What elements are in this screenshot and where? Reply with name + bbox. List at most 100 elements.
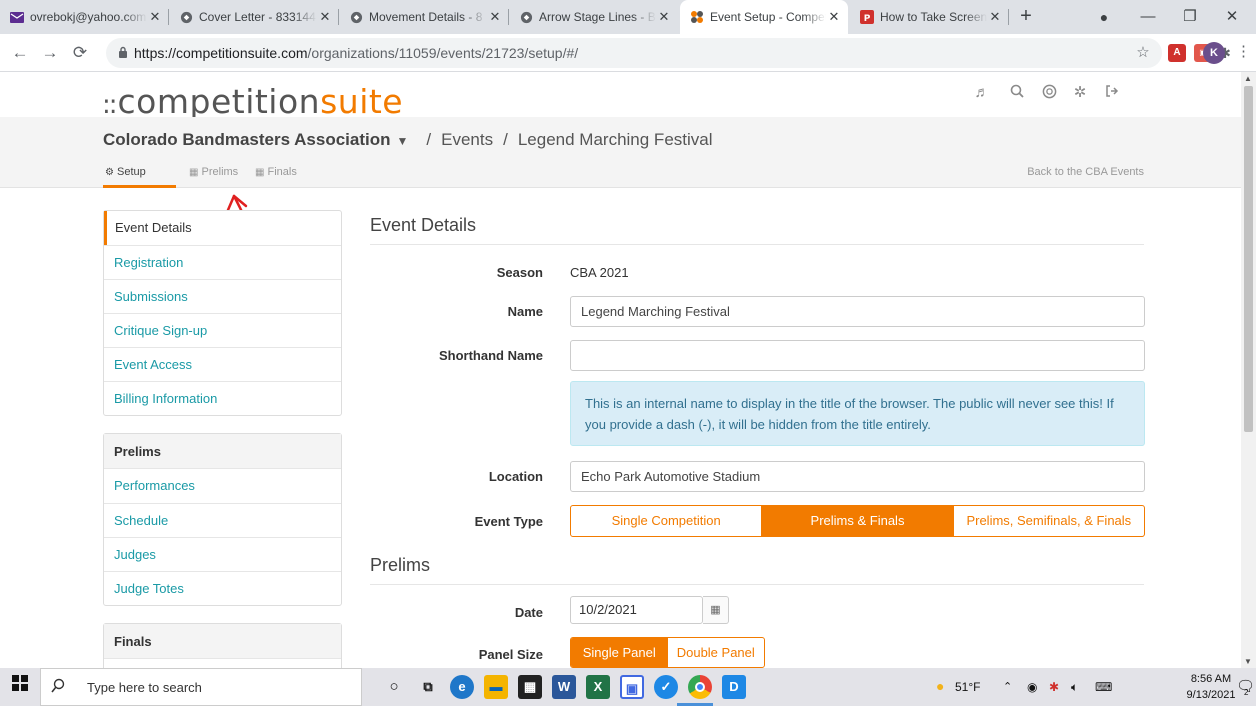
- volume-icon[interactable]: 🔈︎: [1071, 680, 1078, 695]
- taskbar-clock[interactable]: 8:56 AM 9/13/2021: [1186, 671, 1236, 703]
- tab-finals-label: Finals: [267, 166, 297, 178]
- event-type-prelims-semis-finals[interactable]: Prelims, Semifinals, & Finals: [952, 506, 1144, 536]
- logo-text: competition: [117, 82, 321, 121]
- task-view-icon[interactable]: ⧉: [416, 675, 440, 699]
- weather-temp[interactable]: 51°F: [955, 680, 980, 694]
- app-icon[interactable]: ▣: [620, 675, 644, 699]
- competitionsuite-logo[interactable]: ::competitionsuite: [102, 82, 403, 121]
- panel-double[interactable]: Double Panel: [668, 638, 765, 667]
- keyboard-icon[interactable]: ⌨: [1095, 680, 1112, 694]
- close-tab-icon[interactable]: ✕: [487, 9, 503, 25]
- scroll-down-icon[interactable]: ▼: [1244, 657, 1252, 666]
- browser-tab[interactable]: Arrow Stage Lines - Bo ✕: [509, 0, 678, 34]
- event-subheader: Colorado Bandmasters Association ▼ / Events…: [0, 117, 1241, 188]
- url-path: /organizations/11059/events/21723/setup/…: [307, 45, 579, 61]
- breadcrumb-separator: /: [426, 130, 432, 149]
- sidebar-item-schedule[interactable]: Schedule: [104, 503, 341, 537]
- bookmark-star-icon[interactable]: ☆: [1134, 44, 1152, 62]
- settings-icon[interactable]: ✲: [1071, 84, 1089, 102]
- chevron-up-icon[interactable]: ⌃: [1003, 680, 1012, 693]
- network-icon[interactable]: ◉: [1027, 680, 1037, 694]
- tab-finals[interactable]: ▦ Finals: [255, 166, 297, 178]
- search-icon[interactable]: [1008, 84, 1026, 102]
- sidebar-item-critique-signup[interactable]: Critique Sign-up: [104, 313, 341, 347]
- profile-menu-icon[interactable]: ●: [1084, 0, 1124, 34]
- store-icon[interactable]: ▦: [518, 675, 542, 699]
- sidebar-item-judge-totes[interactable]: Judge Totes: [104, 571, 341, 605]
- shorthand-input[interactable]: [570, 340, 1145, 371]
- event-type-single[interactable]: Single Competition: [571, 506, 761, 536]
- maximize-button[interactable]: ❐: [1170, 0, 1210, 34]
- close-tab-icon[interactable]: ✕: [147, 9, 163, 25]
- browser-tab[interactable]: Movement Details - 8 ✕: [339, 0, 509, 34]
- app-icon[interactable]: ✓: [654, 675, 678, 699]
- app-icon[interactable]: D: [722, 675, 746, 699]
- sidebar-item-performances[interactable]: Performances: [104, 469, 341, 503]
- back-arrow-icon[interactable]: ←: [8, 41, 32, 65]
- sidebar-item-submissions[interactable]: Submissions: [104, 279, 341, 313]
- browser-tab[interactable]: Cover Letter - 833144 ✕: [169, 0, 339, 34]
- tab-prelims[interactable]: ▦ Prelims: [189, 166, 238, 178]
- scroll-up-icon[interactable]: ▲: [1244, 74, 1252, 83]
- close-tab-icon[interactable]: ✕: [656, 9, 672, 25]
- edge-icon[interactable]: e: [450, 675, 474, 699]
- address-bar[interactable]: https://competitionsuite.com/organizatio…: [106, 38, 1162, 68]
- panel-single[interactable]: Single Panel: [571, 638, 668, 667]
- org-dropdown-icon[interactable]: ▼: [397, 134, 409, 148]
- music-icon[interactable]: ♬: [973, 84, 991, 102]
- tab-setup[interactable]: ⚙ Setup: [105, 166, 146, 178]
- sidebar-item-event-access[interactable]: Event Access: [104, 347, 341, 381]
- url-text: https://competitionsuite.com/organizatio…: [134, 45, 578, 61]
- excel-icon[interactable]: X: [586, 675, 610, 699]
- prelims-menu-heading: Prelims: [104, 434, 341, 469]
- breadcrumb-org[interactable]: Colorado Bandmasters Association: [103, 130, 391, 149]
- help-icon[interactable]: [1040, 84, 1058, 102]
- prelims-heading: Prelims: [370, 555, 1144, 585]
- logo-dots: ::: [102, 90, 117, 120]
- close-tab-icon[interactable]: ✕: [317, 9, 333, 25]
- sidebar-item-billing[interactable]: Billing Information: [104, 381, 341, 415]
- new-tab-button[interactable]: +: [1014, 5, 1038, 29]
- taskbar-search[interactable]: Type here to search: [40, 668, 362, 706]
- scrollbar-thumb[interactable]: [1244, 86, 1253, 432]
- finals-menu-heading: Finals: [104, 624, 341, 659]
- cortana-icon[interactable]: ○: [382, 675, 406, 699]
- browser-menu-icon[interactable]: ⋮: [1236, 42, 1251, 60]
- weather-icon[interactable]: ●: [936, 678, 944, 694]
- browser-tab[interactable]: P How to Take Screensh ✕: [850, 0, 1009, 34]
- logout-icon[interactable]: [1103, 84, 1121, 102]
- breadcrumb-events[interactable]: Events: [441, 130, 493, 149]
- close-window-button[interactable]: ✕: [1212, 0, 1252, 34]
- notification-count: 2: [1244, 688, 1249, 697]
- browser-tab[interactable]: ovrebokj@yahoo.com ✕: [0, 0, 169, 34]
- sidebar-item-judges[interactable]: Judges: [104, 537, 341, 571]
- location-input[interactable]: Echo Park Automotive Stadium: [570, 461, 1145, 492]
- event-type-label: Event Type: [474, 514, 543, 529]
- name-input[interactable]: Legend Marching Festival: [570, 296, 1145, 327]
- sidebar-item-registration[interactable]: Registration: [104, 245, 341, 279]
- event-type-prelims-finals[interactable]: Prelims & Finals: [761, 506, 953, 536]
- close-tab-icon[interactable]: ✕: [987, 9, 1003, 25]
- file-explorer-icon[interactable]: ▬: [484, 675, 508, 699]
- calendar-icon[interactable]: ▦: [703, 596, 729, 624]
- sidebar-item-event-details[interactable]: Event Details: [104, 211, 341, 245]
- location-label: Location: [488, 469, 543, 484]
- browser-tab-active[interactable]: Event Setup - Compet ✕: [680, 0, 848, 34]
- close-tab-icon[interactable]: ✕: [826, 9, 842, 25]
- page-scrollbar[interactable]: ▲ ▼: [1241, 72, 1256, 668]
- breadcrumb: Colorado Bandmasters Association ▼ / Events…: [103, 130, 713, 150]
- browser-toolbar: ← → ⟳ https://competitionsuite.com/organ…: [0, 34, 1256, 72]
- profile-avatar[interactable]: K: [1203, 42, 1225, 64]
- acrobat-extension-icon[interactable]: A: [1168, 44, 1186, 62]
- app-tray-icon[interactable]: ✱: [1049, 680, 1059, 694]
- forward-arrow-icon[interactable]: →: [38, 41, 62, 65]
- finals-menu: Finals: [103, 623, 342, 668]
- minimize-button[interactable]: —: [1128, 0, 1168, 34]
- chrome-icon[interactable]: [688, 675, 712, 699]
- back-to-events-link[interactable]: Back to the CBA Events: [1027, 166, 1144, 178]
- reload-icon[interactable]: ⟳: [68, 41, 92, 65]
- word-icon[interactable]: W: [552, 675, 576, 699]
- event-type-toggle: Single Competition Prelims & Finals Prel…: [570, 505, 1145, 537]
- date-input[interactable]: 10/2/2021: [570, 596, 703, 624]
- windows-start-icon[interactable]: [0, 668, 40, 706]
